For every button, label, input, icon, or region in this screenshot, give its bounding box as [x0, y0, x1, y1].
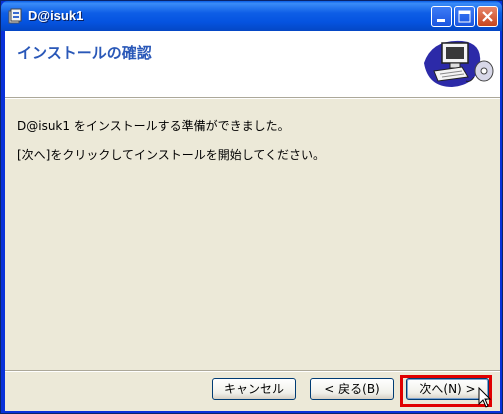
installer-window: D@isuk1 インストールの確認 D@isuk1 をインストールする準備ができ… — [0, 0, 503, 414]
wizard-header: インストールの確認 — [5, 31, 500, 97]
computer-setup-icon — [424, 40, 494, 87]
close-button[interactable] — [477, 6, 498, 27]
title-bar[interactable]: D@isuk1 — [1, 1, 502, 31]
wizard-body: D@isuk1 をインストールする準備ができました。 [次へ]をクリックしてイン… — [5, 99, 500, 370]
cancel-button[interactable]: キャンセル — [212, 378, 296, 400]
window-title: D@isuk1 — [28, 8, 84, 23]
close-icon — [482, 11, 493, 22]
app-icon — [8, 8, 22, 24]
maximize-button[interactable] — [454, 6, 475, 27]
back-button[interactable]: < 戻る(B) — [310, 378, 394, 400]
mouse-cursor-icon — [478, 387, 492, 408]
instruction-message: [次へ]をクリックしてインストールを開始してください。 — [17, 148, 326, 162]
minimize-icon — [437, 19, 445, 22]
minimize-button[interactable] — [431, 6, 452, 27]
page-title: インストールの確認 — [17, 44, 152, 62]
ready-message: D@isuk1 をインストールする準備ができました。 — [17, 119, 290, 133]
maximize-icon — [458, 10, 471, 23]
